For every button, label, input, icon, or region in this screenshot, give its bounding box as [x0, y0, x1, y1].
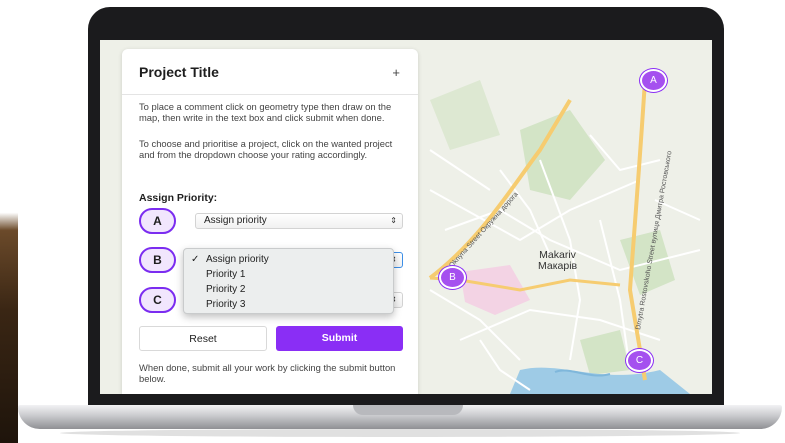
priority-dropdown-menu: ✓ Assign priority Priority 1 Priority 2 … [183, 248, 394, 314]
laptop-frame: Oknyna Street Окружна дорога Dmytra Rost… [88, 7, 724, 409]
map-marker-a[interactable]: A [640, 69, 667, 92]
checkmark-icon: ✓ [191, 254, 200, 265]
dropdown-option-assign[interactable]: Assign priority [206, 254, 269, 265]
map-marker-b[interactable]: B [439, 266, 466, 289]
instructions-comment: To place a comment click on geometry typ… [139, 101, 392, 123]
panel-title: Project Title [139, 64, 219, 80]
project-badge-b[interactable]: B [139, 247, 176, 273]
project-badge-a[interactable]: A [139, 208, 176, 234]
submit-button[interactable]: Submit [276, 326, 403, 351]
priority-select-a[interactable]: Assign priority ⇕ [195, 213, 403, 229]
background-edge [0, 0, 18, 443]
priority-select-a-value: Assign priority [204, 215, 267, 226]
dropdown-option-priority-2[interactable]: Priority 2 [206, 284, 245, 295]
dropdown-option-priority-1[interactable]: Priority 1 [206, 269, 245, 280]
reset-button[interactable]: Reset [139, 326, 267, 351]
assign-priority-label: Assign Priority: [139, 192, 218, 204]
project-panel: Project Title + To place a comment click… [122, 49, 418, 394]
laptop-notch [353, 405, 463, 415]
town-label: Makariv Макарів [538, 250, 577, 272]
add-icon[interactable]: + [392, 65, 400, 80]
app-screen: Oknyna Street Окружна дорога Dmytra Rost… [100, 40, 712, 394]
laptop-shadow [60, 429, 740, 437]
footer-instructions: When done, submit all your work by click… [139, 362, 396, 384]
instructions-priority: To choose and prioritise a project, clic… [139, 138, 393, 160]
map-marker-c[interactable]: C [626, 349, 653, 372]
project-badge-c[interactable]: C [139, 287, 176, 313]
panel-divider [122, 94, 418, 95]
town-name-uk: Макарів [538, 260, 578, 272]
select-arrows-icon: ⇕ [390, 216, 397, 225]
dropdown-option-priority-3[interactable]: Priority 3 [206, 299, 245, 310]
